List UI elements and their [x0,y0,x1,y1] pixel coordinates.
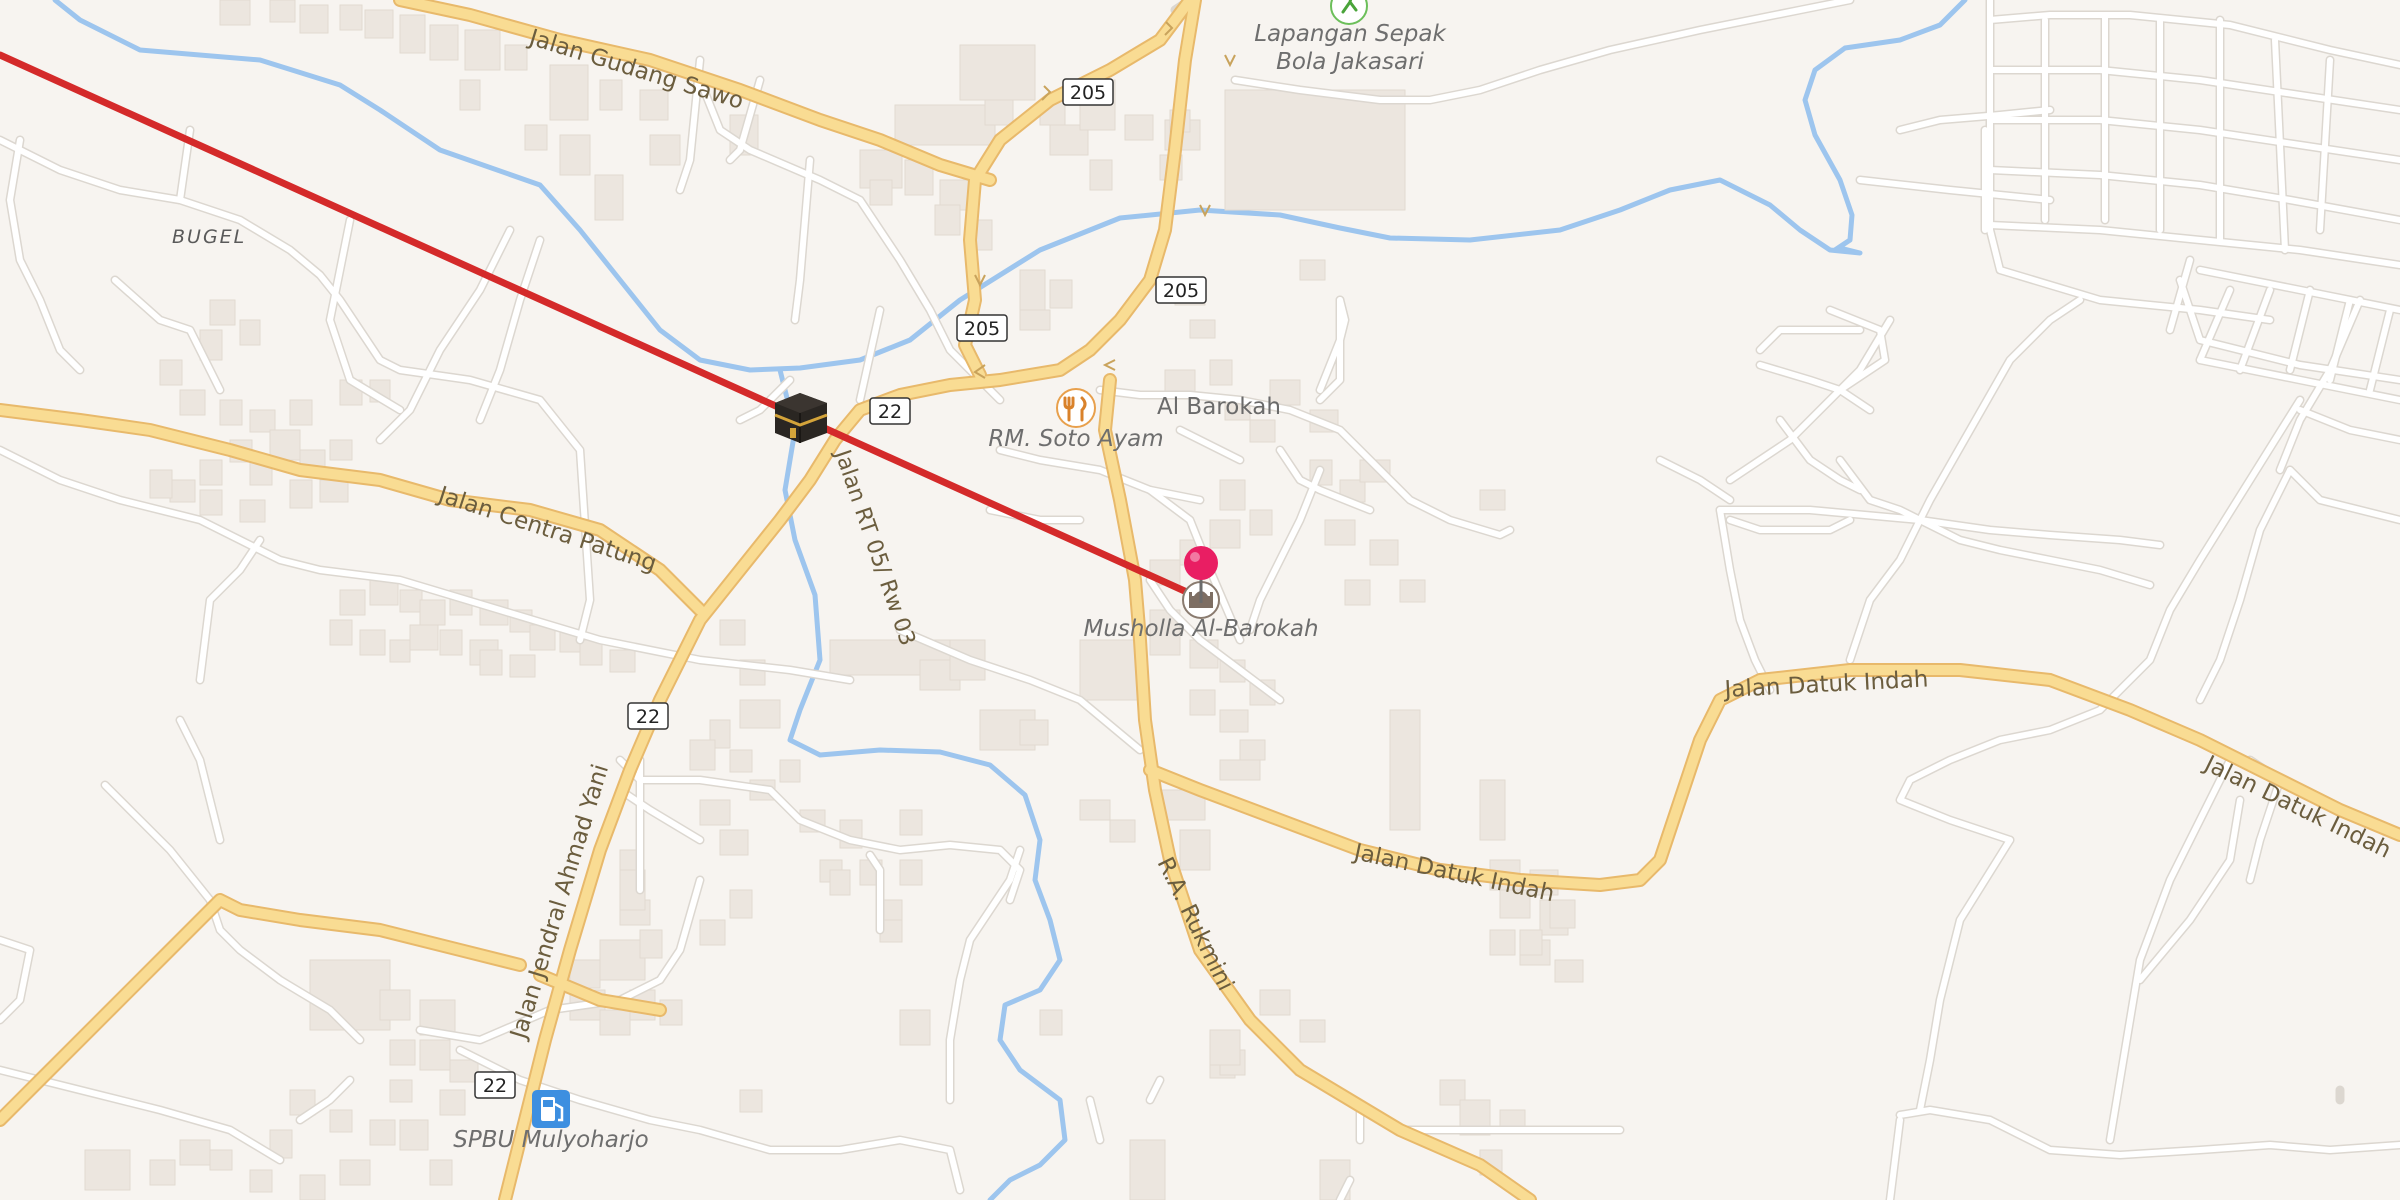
poi-label-spbu: SPBU Mulyoharjo [453,1127,648,1153]
route-shield-22-b: 22 [627,702,669,730]
kaaba-icon[interactable] [774,393,828,443]
place-label-al-barokah: Al Barokah [1157,394,1281,420]
fuel-station-icon [532,1090,570,1128]
map-canvas[interactable]: BUGEL Al Barokah Jalan Gudang Sawo Jalan… [0,0,2400,1200]
route-shield-205-c: 205 [956,314,1008,342]
route-shield-205-a: 205 [1062,78,1114,106]
svg-text:22: 22 [878,401,902,423]
route-shield-22-c: 22 [474,1071,516,1099]
svg-text:205: 205 [964,318,1000,340]
poi-label-soto-ayam: RM. Soto Ayam [988,426,1163,452]
route-shield-22-a: 22 [869,397,911,425]
area-label-bugel: BUGEL [172,226,246,248]
restaurant-icon [1056,388,1096,428]
svg-text:205: 205 [1070,82,1106,104]
poi-label-musholla: Musholla Al-Barokah [1083,616,1318,642]
poi-label-lapangan-line2: Bola Jakasari [1276,49,1424,75]
poi-label-lapangan-line1: Lapangan Sepak [1254,21,1447,47]
svg-text:22: 22 [483,1075,507,1097]
map-view[interactable]: BUGEL Al Barokah Jalan Gudang Sawo Jalan… [0,0,2400,1200]
svg-text:205: 205 [1163,280,1199,302]
svg-text:22: 22 [636,706,660,728]
route-shield-205-b: 205 [1155,276,1207,304]
